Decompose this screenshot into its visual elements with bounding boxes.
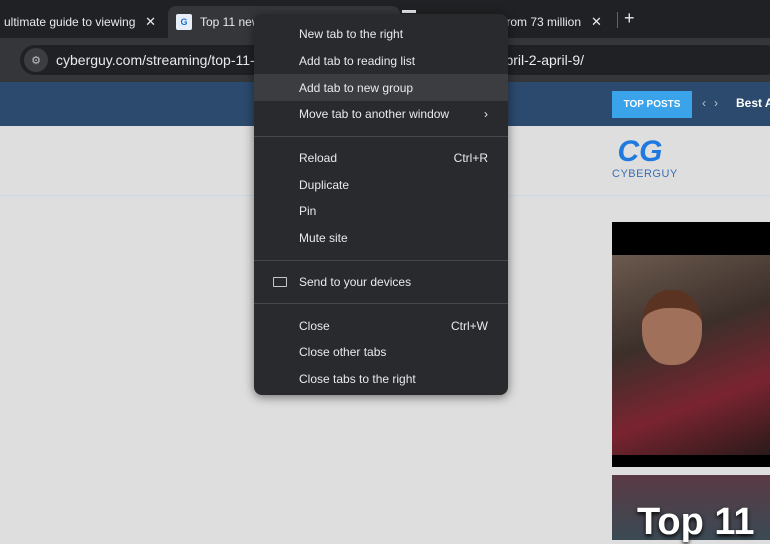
menu-close[interactable]: Close Ctrl+W — [254, 312, 508, 339]
menu-label: Close — [299, 318, 330, 333]
menu-mute-site[interactable]: Mute site — [254, 225, 508, 252]
menu-close-other[interactable]: Close other tabs — [254, 339, 508, 366]
menu-label: Pin — [299, 204, 317, 219]
menu-add-reading-list[interactable]: Add tab to reading list — [254, 48, 508, 75]
menu-label: Duplicate — [299, 177, 350, 192]
top-post-link[interactable]: Best A — [736, 96, 770, 110]
tab-audio-indicator-icon — [402, 10, 416, 13]
menu-separator — [254, 135, 508, 137]
menu-label: Close tabs to the right — [299, 371, 416, 386]
devices-icon — [273, 276, 287, 287]
menu-reload[interactable]: Reload Ctrl+R — [254, 145, 508, 172]
menu-move-window[interactable]: Move tab to another window › — [254, 101, 508, 128]
menu-send-devices[interactable]: Send to your devices — [254, 269, 508, 296]
cyberguy-logo[interactable]: CG CYBERGUY — [612, 135, 678, 181]
menu-shortcut: Ctrl+W — [451, 318, 488, 333]
menu-label: Move tab to another window — [299, 107, 450, 122]
menu-label: Close other tabs — [299, 345, 387, 360]
menu-label: Add tab to new group — [299, 80, 414, 95]
tab-context-menu: New tab to the right Add tab to reading … — [254, 14, 508, 395]
tab-title: Top 11 new — [200, 15, 261, 29]
next-arrow-icon[interactable]: › — [714, 96, 726, 110]
site-settings-icon[interactable]: ⚙ — [24, 48, 48, 72]
tab-divider — [617, 12, 618, 28]
url-text: cyberguy.com/streaming/top-11-n — [56, 52, 263, 68]
menu-pin[interactable]: Pin — [254, 198, 508, 225]
top-posts-button[interactable]: TOP POSTS — [612, 91, 692, 118]
logo-text: CYBERGUY — [612, 168, 678, 180]
logo-mark: CG — [617, 135, 663, 168]
menu-new-tab-right[interactable]: New tab to the right — [254, 21, 508, 48]
menu-label: Reload — [299, 151, 338, 166]
menu-label: Send to your devices — [299, 274, 412, 289]
thumbnail-title: Top 11 — [637, 501, 755, 543]
cyberguy-favicon-icon: G — [176, 14, 192, 30]
tab-73-million[interactable]: from 73 million ✕ — [495, 6, 615, 38]
chevron-right-icon: › — [484, 107, 488, 122]
tab-ultimate-guide[interactable]: ultimate guide to viewing t ✕ — [0, 6, 164, 38]
menu-add-new-group[interactable]: Add tab to new group — [254, 74, 508, 102]
video-thumbnail[interactable] — [612, 222, 770, 467]
tab-title: ultimate guide to viewing t — [4, 15, 136, 29]
article-thumbnail[interactable]: Top 11 — [612, 475, 770, 543]
tab-title: from 73 million — [503, 15, 582, 29]
menu-label: New tab to the right — [299, 27, 404, 42]
menu-separator — [254, 303, 508, 305]
close-icon[interactable]: ✕ — [145, 14, 156, 30]
prev-arrow-icon[interactable]: ‹ — [702, 96, 714, 110]
menu-label: Mute site — [299, 231, 348, 246]
new-tab-button[interactable]: + — [624, 8, 635, 29]
menu-duplicate[interactable]: Duplicate — [254, 171, 508, 198]
menu-shortcut: Ctrl+R — [453, 151, 488, 166]
menu-close-right[interactable]: Close tabs to the right — [254, 366, 508, 393]
close-icon[interactable]: ✕ — [591, 14, 602, 30]
menu-label: Add tab to reading list — [299, 54, 416, 69]
show-still-image — [612, 255, 770, 455]
menu-separator — [254, 259, 508, 261]
